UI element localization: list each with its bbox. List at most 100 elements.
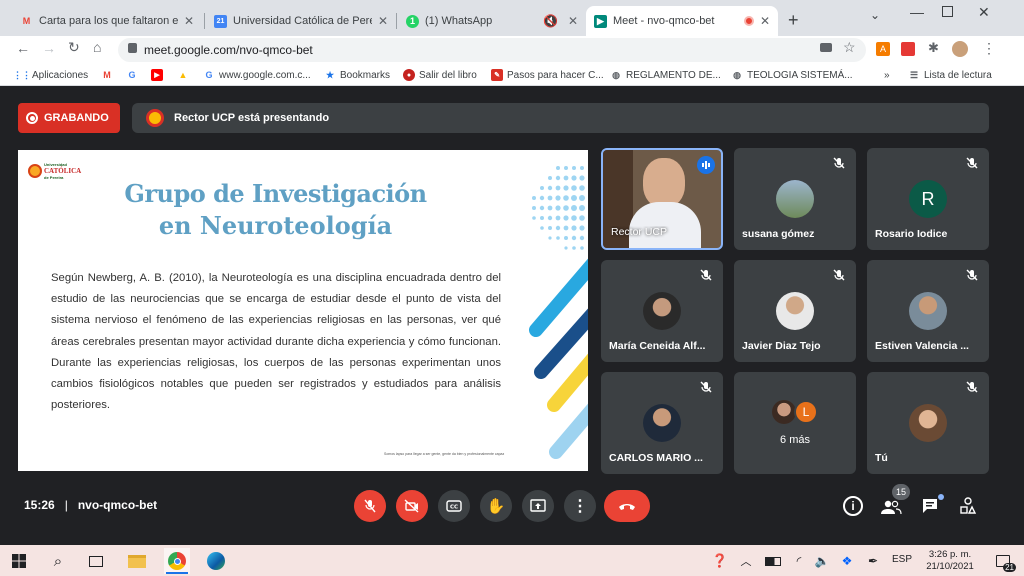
battery-icon[interactable] [760, 548, 786, 574]
mic-off-icon [966, 269, 978, 281]
back-button[interactable]: ← [16, 40, 30, 56]
participant-tile-estiven[interactable]: Estiven Valencia ... [867, 260, 989, 362]
address-bar[interactable]: meet.google.com/nvo-qmco-bet [118, 38, 866, 62]
bookmark-star-icon[interactable]: ☆ [843, 39, 856, 56]
slide-body: Según Newberg, A. B. (2010), la Neuroteo… [51, 272, 501, 412]
participant-tile-rector[interactable]: Rector UCP [601, 148, 723, 250]
participant-tile-you[interactable]: Tú [867, 372, 989, 474]
bookmark-apps[interactable]: ⋮⋮ Aplicaciones [13, 64, 88, 86]
close-icon[interactable]: ✕ [184, 14, 194, 28]
meeting-details-button[interactable]: i [843, 496, 863, 516]
bookmark-reglamento[interactable]: ◍ REGLAMENTO DE... [610, 64, 721, 86]
participant-tile-javier[interactable]: Javier Diaz Tejo [734, 260, 856, 362]
avatar [643, 292, 681, 330]
speaker-face [643, 158, 685, 208]
file-explorer-icon[interactable] [124, 548, 150, 574]
tab-whatsapp[interactable]: 1 (1) WhatsApp 🔇 ✕ [398, 6, 586, 36]
close-icon[interactable]: ✕ [760, 14, 770, 28]
clock[interactable]: 3:26 p. m. 21/10/2021 [922, 549, 978, 573]
bookmark-label: www.google.com.c... [219, 69, 311, 81]
more-options-button[interactable]: ⋮ [564, 490, 596, 522]
recording-dot-icon [743, 16, 754, 26]
volume-icon[interactable]: 🔈 [809, 548, 835, 574]
bookmark-youtube[interactable]: ▶ [151, 64, 163, 86]
participant-tile-more[interactable]: L 6 más [734, 372, 856, 474]
windows-start-button[interactable] [6, 548, 32, 574]
bookmark-google[interactable]: G [126, 64, 138, 86]
bookmark-salir[interactable]: ● Salir del libro [403, 64, 477, 86]
new-tab-button[interactable]: + [788, 10, 799, 31]
participant-tile-susana[interactable]: susana gómez [734, 148, 856, 250]
avatar [772, 400, 796, 424]
tab-search-icon[interactable]: ⌄ [870, 8, 880, 22]
extensions-puzzle-icon[interactable]: ✱ [928, 40, 939, 56]
muted-audio-icon[interactable]: 🔇 [543, 14, 558, 28]
close-icon[interactable]: ✕ [568, 14, 578, 28]
input-language[interactable]: ESP [892, 554, 912, 565]
meeting-time: 15:26 [24, 498, 55, 512]
bookmark-label: Salir del libro [419, 69, 477, 81]
participant-count-badge: 15 [892, 484, 910, 500]
lock-icon[interactable] [128, 43, 137, 53]
calendar-icon: 21 [214, 14, 227, 28]
edge-icon[interactable] [203, 548, 229, 574]
forward-button[interactable]: → [42, 40, 56, 56]
browser-menu-icon[interactable]: ⋮ [982, 40, 996, 57]
participant-tile-carlos[interactable]: CARLOS MARIO ... [601, 372, 723, 474]
present-screen-button[interactable] [522, 490, 554, 522]
bookmark-label: Pasos para hacer C... [507, 69, 604, 81]
leave-call-button[interactable] [604, 490, 650, 522]
pen-icon[interactable]: ✒ [860, 548, 886, 574]
camera-toggle-button[interactable] [396, 490, 428, 522]
maximize-button[interactable] [942, 6, 953, 17]
camera-icon[interactable] [820, 43, 832, 52]
tab-universidad[interactable]: 21 Universidad Católica de Pereira - ✕ [206, 6, 396, 36]
close-icon[interactable]: ✕ [378, 14, 388, 28]
participant-tile-rosario[interactable]: R Rosario Iodice [867, 148, 989, 250]
speaking-indicator-icon [697, 156, 715, 174]
chat-button[interactable] [921, 494, 944, 515]
participant-name: María Ceneida Alf... [609, 340, 706, 352]
avatar [909, 292, 947, 330]
bookmark-pasos[interactable]: ✎ Pasos para hacer C... [491, 64, 604, 86]
participant-tile-maria[interactable]: María Ceneida Alf... [601, 260, 723, 362]
show-hidden-icons-button[interactable]: ︿ [733, 548, 759, 574]
active-app-indicator [166, 572, 188, 574]
apps-grid-icon: ⋮⋮ [13, 69, 31, 80]
captions-button[interactable]: CC [438, 490, 470, 522]
dropbox-icon[interactable]: ❖ [834, 548, 860, 574]
help-icon[interactable]: ❓ [707, 548, 733, 574]
bookmark-teologia[interactable]: ◍ TEOLOGIA SISTEMÁ... [731, 64, 853, 86]
notifications-button[interactable]: 21 [990, 548, 1016, 574]
task-view-icon[interactable] [83, 548, 109, 574]
more-bookmarks-button[interactable]: » [884, 64, 890, 86]
avatar-initial: R [921, 188, 935, 209]
youtube-icon: ▶ [151, 69, 163, 81]
profile-avatar[interactable] [952, 41, 968, 57]
bookmark-drive[interactable]: ▲ [177, 64, 189, 86]
search-icon[interactable]: ⌕ [45, 548, 71, 574]
activities-button[interactable] [959, 497, 979, 515]
microphone-toggle-button[interactable] [354, 490, 386, 522]
window-close-button[interactable]: ✕ [978, 4, 990, 21]
university-logo: Universidad CATÓLICA de Pereira [28, 162, 81, 182]
extension-a-icon[interactable]: A [876, 42, 890, 56]
bookmark-bookmarks[interactable]: ★ Bookmarks [324, 64, 390, 86]
meeting-code: nvo-qmco-bet [77, 498, 158, 512]
chrome-taskbar-icon[interactable] [164, 548, 190, 574]
tab-gmail[interactable]: M Carta para los que faltaron el sáb ✕ [12, 6, 202, 36]
reading-list-button[interactable]: ☰ Lista de lectura [908, 64, 992, 86]
raise-hand-button[interactable]: ✋ [480, 490, 512, 522]
bookmark-google-co[interactable]: Gwww.google.com.c... [203, 64, 311, 86]
recording-badge[interactable]: GRABANDO [18, 103, 120, 133]
participant-name: Estiven Valencia ... [875, 340, 969, 352]
reload-button[interactable]: ↻ [68, 39, 80, 56]
tab-meet[interactable]: ▶ Meet - nvo-qmco-bet ✕ [586, 6, 778, 36]
people-button[interactable]: 15 [880, 484, 910, 518]
clock-date: 21/10/2021 [926, 561, 974, 572]
minimize-button[interactable]: — [910, 4, 924, 20]
bookmark-gmail[interactable]: M [101, 64, 113, 86]
presenting-banner: Rector UCP está presentando [132, 103, 989, 133]
home-button[interactable]: ⌂ [93, 39, 101, 55]
extension-red-icon[interactable] [901, 42, 915, 56]
